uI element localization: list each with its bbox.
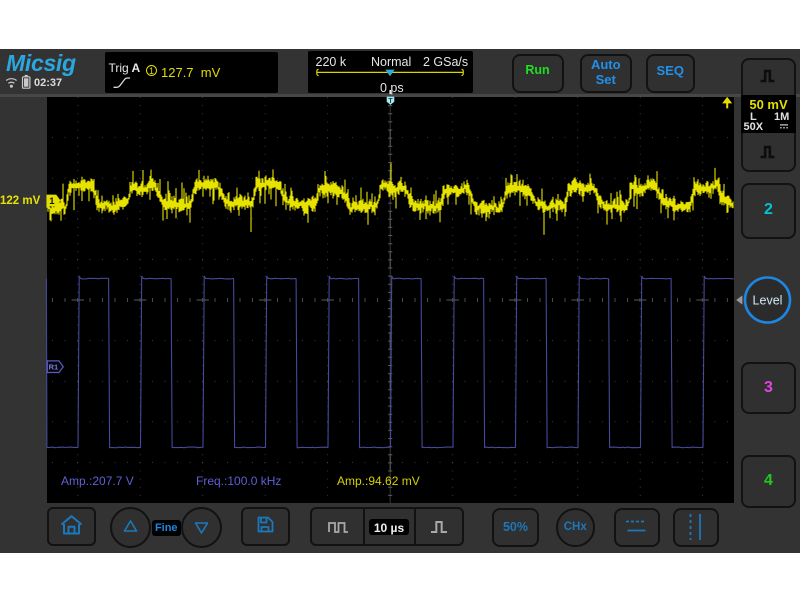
svg-text:R1: R1 bbox=[49, 363, 59, 372]
svg-text:T: T bbox=[388, 98, 393, 105]
svg-text:Level: Level bbox=[753, 293, 783, 307]
svg-text:1: 1 bbox=[49, 196, 55, 207]
